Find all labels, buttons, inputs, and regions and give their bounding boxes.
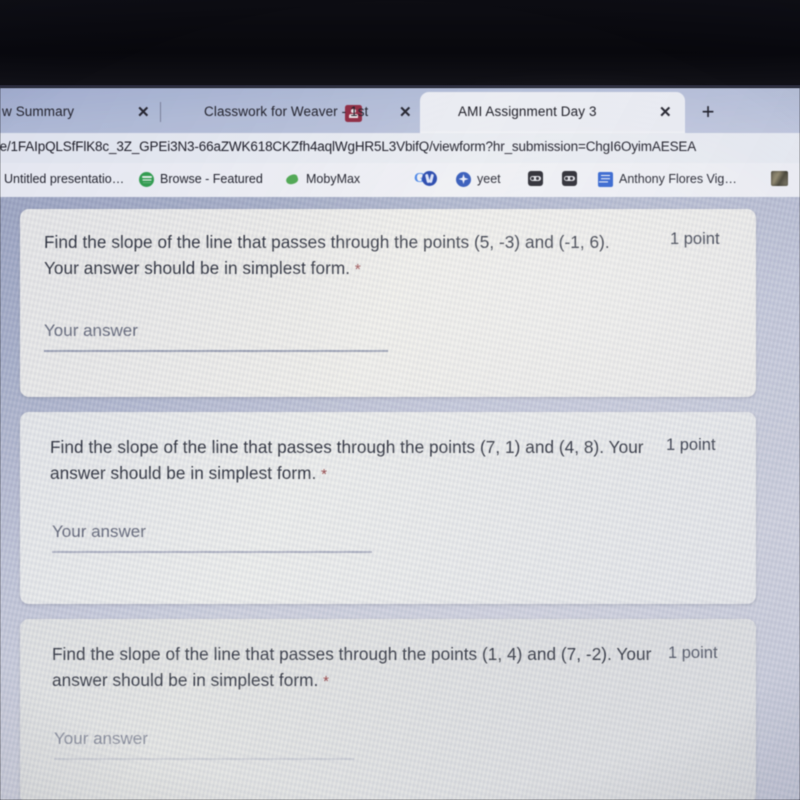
bookmarks-bar: Untitled presentatio… Browse - Featured … <box>0 163 800 197</box>
form-question-card[interactable]: Find the slope of the line that passes t… <box>20 619 756 800</box>
browser-tab-title: w Summary <box>2 104 75 119</box>
bookmark-label: Anthony Flores Vig… <box>619 172 737 186</box>
blue-star-icon <box>456 171 471 187</box>
question-text-value: Find the slope of the line that passes t… <box>52 644 652 690</box>
close-icon[interactable]: ✕ <box>654 103 677 122</box>
close-icon[interactable]: ✕ <box>132 103 155 122</box>
answer-input-wrapper[interactable]: Your answer <box>44 319 388 352</box>
browser-tab-strip: w Summary ✕ Classwork for Weaver - 1st ✕… <box>0 88 800 133</box>
answer-input-placeholder[interactable]: Your answer <box>54 727 398 751</box>
browser-tab-ami-assignment[interactable]: AMI Assignment Day 3 ✕ <box>420 92 685 133</box>
bookmark-goggles-1[interactable] <box>528 171 543 186</box>
answer-input-wrapper[interactable]: Your answer <box>52 520 396 553</box>
bookmark-photo-thumbnail[interactable] <box>771 171 788 186</box>
question-points: 1 point <box>666 436 716 454</box>
question-text-value: Find the slope of the line that passes t… <box>44 232 610 278</box>
bookmark-label: Untitled presentatio… <box>4 172 125 186</box>
tab-divider <box>160 102 161 122</box>
browser-tab-title: Classwork for Weaver - 1st <box>204 104 369 119</box>
answer-input-underline <box>54 758 354 760</box>
required-asterisk: * <box>321 466 328 483</box>
omnibox-row: /e/1FAIpQLSfFlK8c_3Z_GPEi3N3-66aZWK618CK… <box>0 133 800 163</box>
answer-input-underline <box>44 350 388 352</box>
dark-goggles-icon <box>562 171 577 186</box>
photo-thumbnail-icon <box>771 171 788 186</box>
browser-window: w Summary ✕ Classwork for Weaver - 1st ✕… <box>0 0 800 800</box>
question-text: Find the slope of the line that passes t… <box>52 641 652 695</box>
form-question-card[interactable]: Find the slope of the line that passes t… <box>20 412 756 604</box>
browser-tab-classwork[interactable]: Classwork for Weaver - 1st ✕ <box>172 91 422 133</box>
answer-input-underline <box>52 551 372 553</box>
mobymax-icon <box>285 172 300 187</box>
dark-goggles-icon <box>528 171 543 186</box>
bookmark-label: MobyMax <box>306 172 361 186</box>
address-bar-url[interactable]: /e/1FAIpQLSfFlK8c_3Z_GPEi3N3-66aZWK618CK… <box>0 139 696 154</box>
bookmark-mobymax[interactable]: MobyMax <box>285 171 360 187</box>
browser-tab-title: AMI Assignment Day 3 <box>458 104 597 119</box>
bookmark-anthony-flores[interactable]: Anthony Flores Vig… <box>598 171 737 187</box>
bookmark-blue-circle[interactable] <box>422 171 437 186</box>
question-points: 1 point <box>668 644 718 662</box>
question-text-value: Find the slope of the line that passes t… <box>50 437 644 483</box>
question-text: Find the slope of the line that passes t… <box>50 434 650 488</box>
close-icon[interactable]: ✕ <box>394 103 417 122</box>
bookmark-yeet[interactable]: yeet <box>456 171 501 187</box>
required-asterisk: * <box>354 261 361 278</box>
answer-input-placeholder[interactable]: Your answer <box>52 520 396 544</box>
new-tab-button[interactable]: + <box>697 101 719 124</box>
required-asterisk: * <box>323 673 330 690</box>
bookmark-label: Browse - Featured <box>160 172 263 186</box>
spotify-icon <box>139 171 154 187</box>
bookmark-goggles-2[interactable] <box>562 171 577 186</box>
blue-circle-icon <box>422 171 437 186</box>
answer-input-placeholder[interactable]: Your answer <box>44 319 388 343</box>
question-text: Find the slope of the line that passes t… <box>44 229 644 283</box>
bookmark-untitled-presentation[interactable]: Untitled presentatio… <box>4 171 124 187</box>
google-form-body: Find the slope of the line that passes t… <box>0 197 800 800</box>
google-docs-icon <box>598 171 613 187</box>
bookmark-browse-featured[interactable]: Browse - Featured <box>139 171 263 187</box>
answer-input-wrapper[interactable]: Your answer <box>54 727 398 760</box>
monitor-bezel <box>0 0 800 88</box>
photo-of-screen: w Summary ✕ Classwork for Weaver - 1st ✕… <box>0 0 800 800</box>
bookmark-label: yeet <box>477 172 501 186</box>
question-points: 1 point <box>670 230 720 248</box>
form-question-card[interactable]: Find the slope of the line that passes t… <box>20 209 756 397</box>
browser-tab-summary[interactable]: w Summary ✕ <box>0 91 165 133</box>
